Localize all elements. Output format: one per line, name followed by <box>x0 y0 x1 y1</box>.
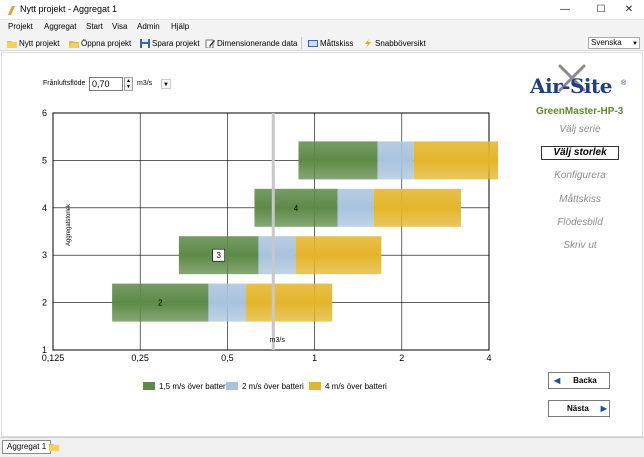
legend-entry: 4 m/s över batteri <box>325 382 387 391</box>
y-tick-label: 4 <box>42 203 47 213</box>
x-tick-label: 2 <box>399 353 404 363</box>
bar-label: 2 <box>158 299 163 308</box>
bar-label: 4 <box>294 204 299 213</box>
x-axis-label: m3/s <box>270 337 286 344</box>
y-tick-label: 2 <box>42 298 47 308</box>
y-tick-label: 6 <box>42 108 47 118</box>
next-label: Nästa <box>567 404 589 413</box>
bar-segment <box>377 141 414 180</box>
legend-swatch <box>226 382 238 390</box>
registered-icon: ® <box>621 80 627 87</box>
arrow-right-icon: ▶ <box>600 404 607 413</box>
brand-logo: Air-Site <box>530 74 612 98</box>
legend-swatch <box>143 382 155 390</box>
bar-segment <box>373 188 461 227</box>
next-button[interactable]: Nästa ▶ <box>548 400 610 417</box>
y-axis-label: Aggregatstorlek <box>66 203 72 246</box>
bar-segment <box>298 141 378 180</box>
legend-swatch <box>309 382 321 390</box>
bar-label: 3 <box>216 251 221 260</box>
status-bar: Aggregat 1 <box>0 437 644 457</box>
bar-segment <box>295 236 382 275</box>
x-tick-label: 4 <box>486 353 491 363</box>
step-choose-series[interactable]: Välj serie <box>520 124 640 135</box>
legend-entry: 2 m/s över batteri <box>242 382 304 391</box>
model-name: GreenMaster-HP-3 <box>536 106 624 117</box>
legend-entry: 1,5 m/s över batteri <box>159 382 228 391</box>
bar-segment <box>337 188 374 227</box>
tab-aggregat-1[interactable]: Aggregat 1 <box>2 440 52 454</box>
step-dimension-sketch[interactable]: Måttskiss <box>520 194 640 205</box>
bar-segment <box>413 141 499 180</box>
step-configure[interactable]: Konfigurera <box>520 170 640 181</box>
bar-segment <box>246 283 333 322</box>
y-tick-label: 5 <box>42 155 47 165</box>
back-button[interactable]: ◀ Backa <box>548 372 610 389</box>
x-tick-label: 1 <box>312 353 317 363</box>
step-flow-diagram[interactable]: Flödesbild <box>520 217 640 228</box>
y-tick-label: 1 <box>42 345 47 355</box>
bar-segment <box>208 283 247 322</box>
step-choose-size[interactable]: Välj storlek <box>541 146 619 160</box>
bar-segment <box>258 236 296 275</box>
step-print[interactable]: Skriv ut <box>520 240 640 251</box>
airflow-marker-line <box>271 113 275 350</box>
x-tick-label: 0,25 <box>131 353 149 363</box>
y-tick-label: 3 <box>42 250 47 260</box>
back-label: Backa <box>573 376 597 385</box>
arrow-left-icon: ◀ <box>554 376 561 385</box>
x-tick-label: 0,5 <box>221 353 234 363</box>
new-tab-icon[interactable] <box>49 442 59 451</box>
